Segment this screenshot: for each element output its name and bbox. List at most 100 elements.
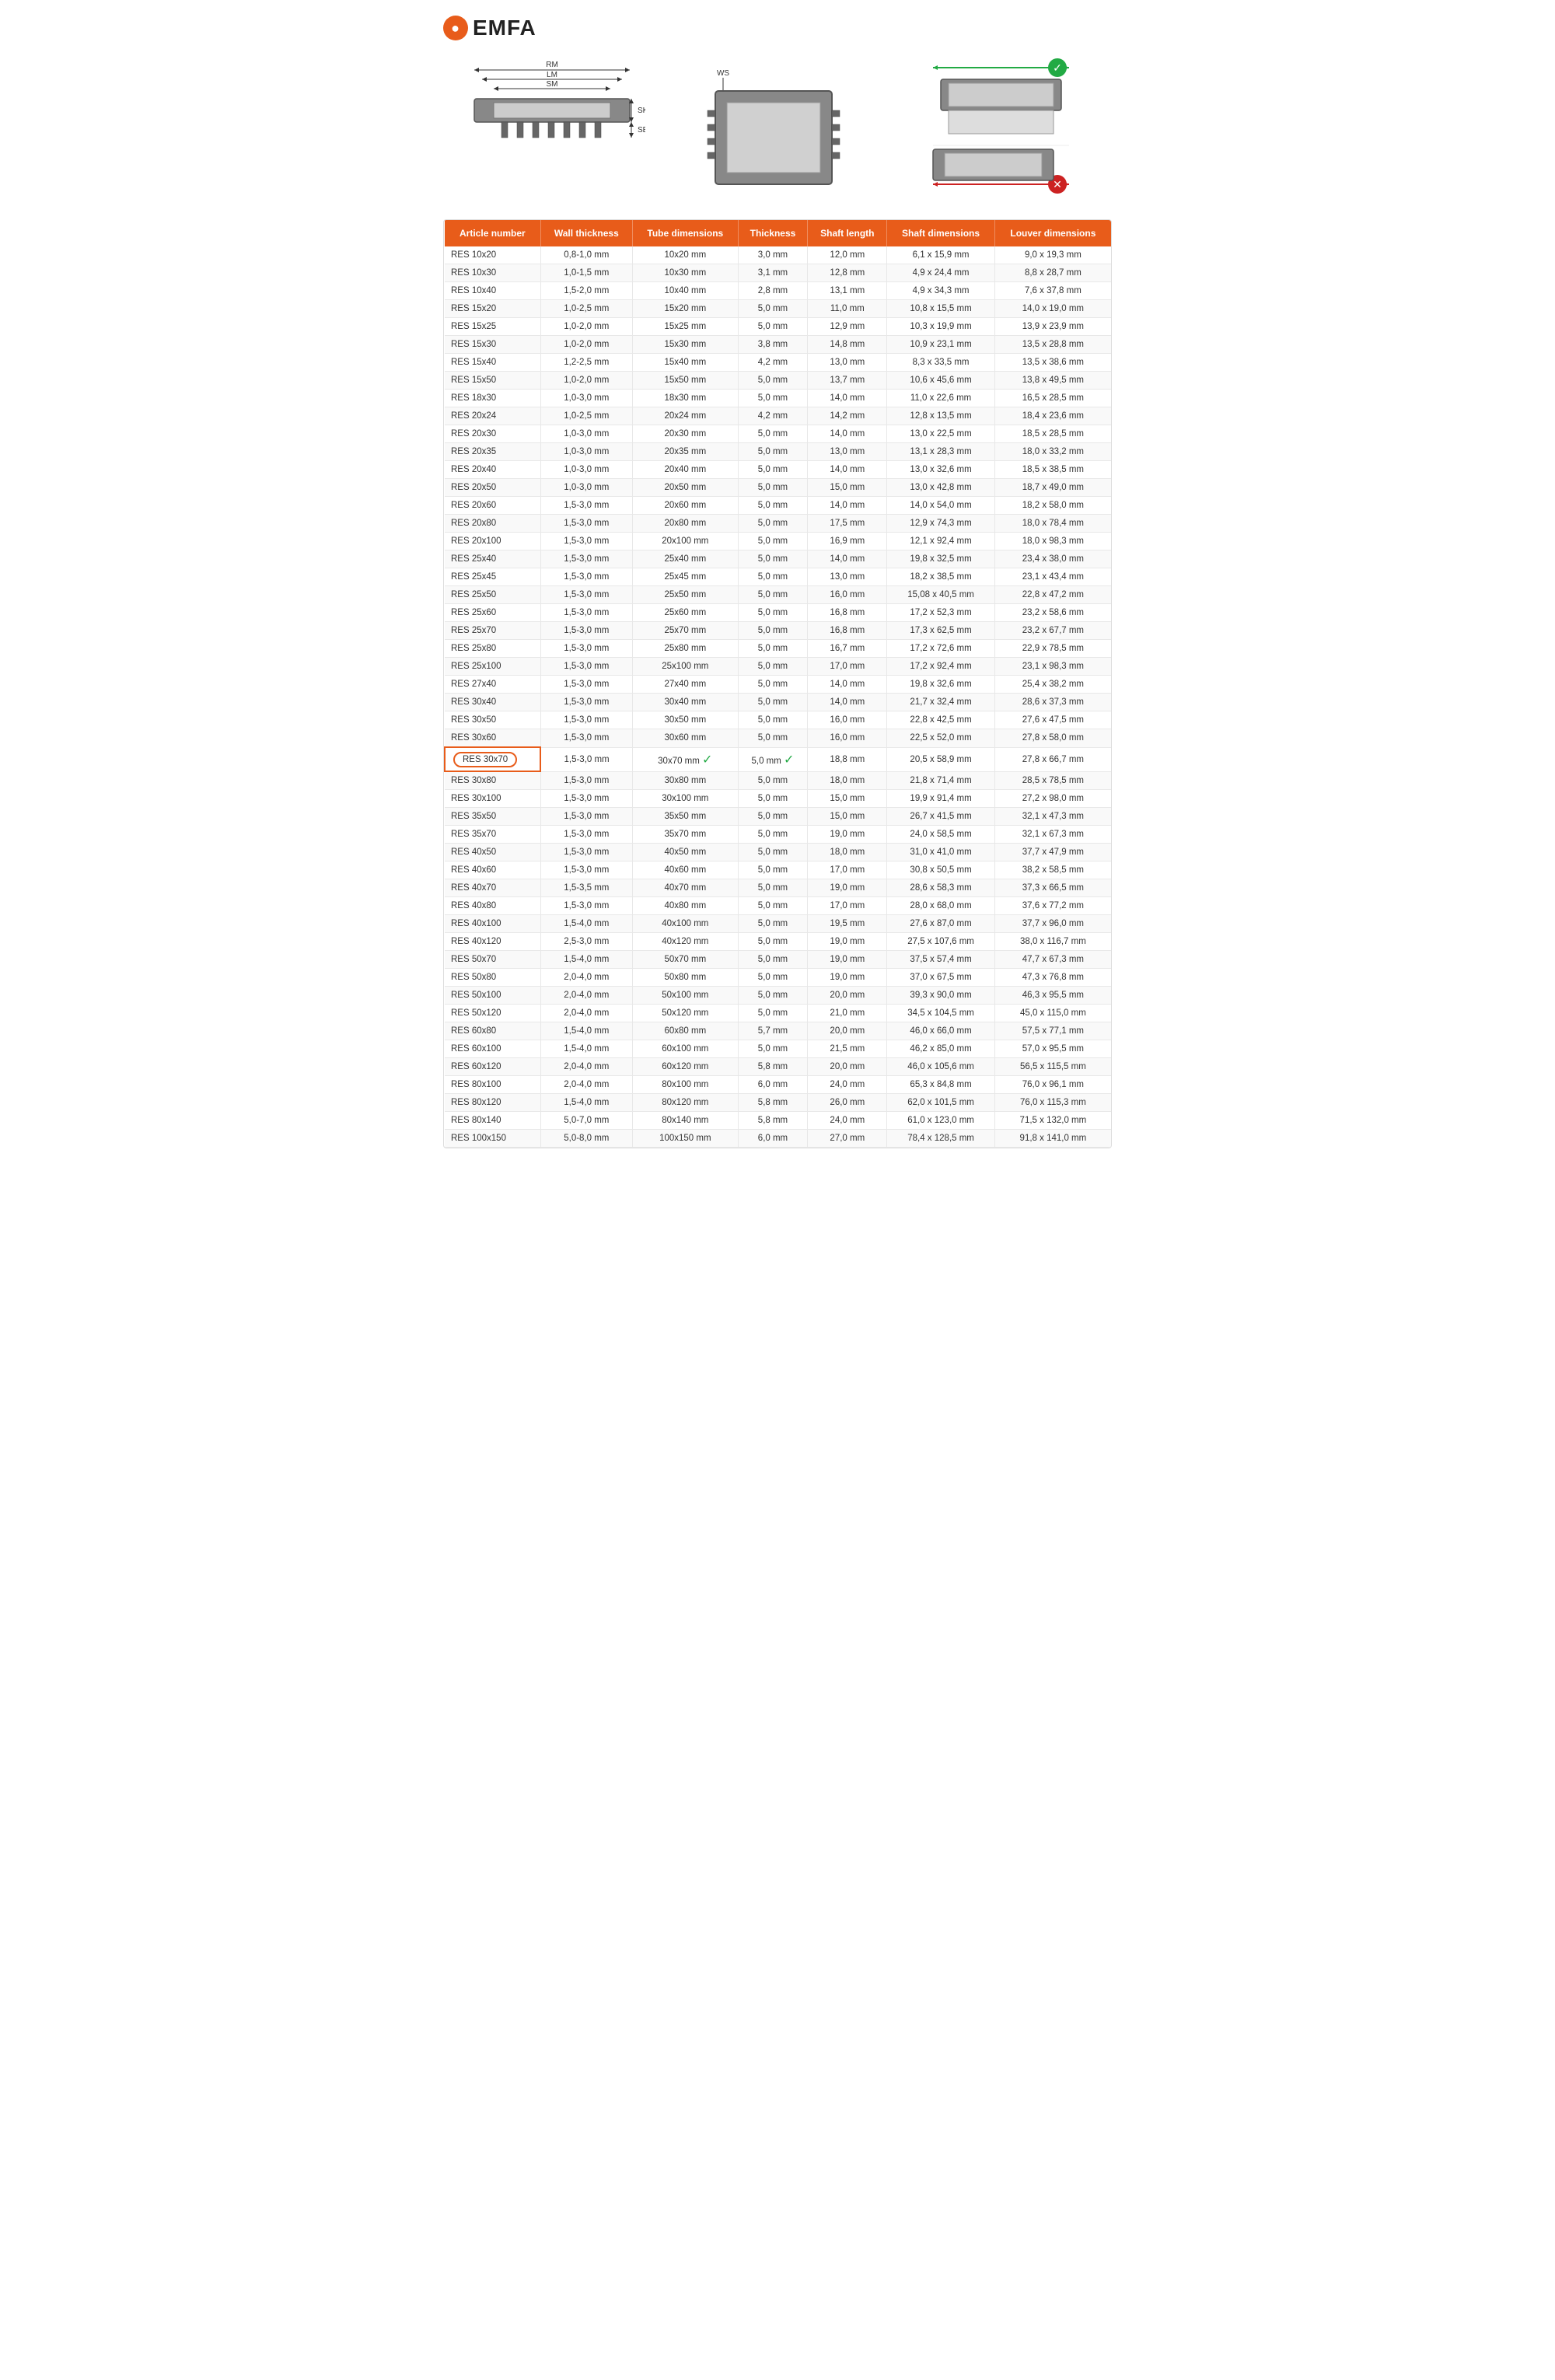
cell-tube-dim: 40x80 mm [632, 897, 738, 915]
cell-tube-dim: 30x80 mm [632, 771, 738, 790]
cell-shaft-dim: 28,6 x 58,3 mm [887, 879, 994, 897]
cell-article: RES 80x140 [445, 1112, 540, 1130]
table-row: RES 60x801,5-4,0 mm60x80 mm5,7 mm20,0 mm… [445, 1022, 1111, 1040]
cell-thickness: 5,7 mm [738, 1022, 808, 1040]
col-thickness: Thickness [738, 220, 808, 246]
cell-louver-dim: 8,8 x 28,7 mm [994, 264, 1111, 282]
cell-tube-dim: 10x20 mm [632, 246, 738, 264]
table-row: RES 40x801,5-3,0 mm40x80 mm5,0 mm17,0 mm… [445, 897, 1111, 915]
cell-tube-dim: 30x100 mm [632, 790, 738, 808]
cell-tube-dim: 10x40 mm [632, 282, 738, 300]
cell-wall-thickness: 1,5-3,0 mm [540, 694, 632, 711]
cell-wall-thickness: 1,5-3,0 mm [540, 771, 632, 790]
cell-tube-dim: 30x50 mm [632, 711, 738, 729]
cell-shaft-dim: 46,0 x 66,0 mm [887, 1022, 994, 1040]
cell-shaft-length: 11,0 mm [808, 300, 887, 318]
cell-thickness: 5,0 mm [738, 915, 808, 933]
cell-shaft-dim: 78,4 x 128,5 mm [887, 1130, 994, 1148]
cell-wall-thickness: 1,0-3,0 mm [540, 390, 632, 407]
cell-shaft-length: 16,8 mm [808, 604, 887, 622]
cell-article: RES 20x35 [445, 443, 540, 461]
cell-wall-thickness: 1,5-3,0 mm [540, 515, 632, 533]
cell-shaft-length: 14,0 mm [808, 425, 887, 443]
cell-louver-dim: 28,6 x 37,3 mm [994, 694, 1111, 711]
cell-shaft-length: 17,0 mm [808, 861, 887, 879]
cell-article: RES 40x100 [445, 915, 540, 933]
logo: ● EMFA [443, 16, 536, 40]
cell-thickness: 5,0 mm [738, 879, 808, 897]
cell-tube-dim: 25x80 mm [632, 640, 738, 658]
cell-article: RES 25x100 [445, 658, 540, 676]
cell-louver-dim: 22,8 x 47,2 mm [994, 586, 1111, 604]
cell-shaft-dim: 26,7 x 41,5 mm [887, 808, 994, 826]
cell-tube-dim: 40x100 mm [632, 915, 738, 933]
cell-shaft-dim: 10,6 x 45,6 mm [887, 372, 994, 390]
cell-shaft-dim: 15,08 x 40,5 mm [887, 586, 994, 604]
cell-tube-dim: 40x120 mm [632, 933, 738, 951]
cell-thickness: 5,0 mm [738, 987, 808, 1005]
cell-wall-thickness: 1,0-1,5 mm [540, 264, 632, 282]
cell-shaft-length: 12,8 mm [808, 264, 887, 282]
cell-shaft-dim: 20,5 x 58,9 mm [887, 747, 994, 771]
table-row: RES 40x501,5-3,0 mm40x50 mm5,0 mm18,0 mm… [445, 844, 1111, 861]
cell-article: RES 15x40 [445, 354, 540, 372]
cell-shaft-dim: 18,2 x 38,5 mm [887, 568, 994, 586]
table-row: RES 80x1405,0-7,0 mm80x140 mm5,8 mm24,0 … [445, 1112, 1111, 1130]
cell-louver-dim: 71,5 x 132,0 mm [994, 1112, 1111, 1130]
cell-shaft-length: 13,1 mm [808, 282, 887, 300]
cell-article: RES 80x120 [445, 1094, 540, 1112]
cell-thickness: 5,0 mm [738, 300, 808, 318]
cell-shaft-length: 16,7 mm [808, 640, 887, 658]
cell-louver-dim: 18,7 x 49,0 mm [994, 479, 1111, 497]
cell-wall-thickness: 1,5-2,0 mm [540, 282, 632, 300]
table-body: RES 10x200,8-1,0 mm10x20 mm3,0 mm12,0 mm… [445, 246, 1111, 1148]
cell-shaft-length: 19,0 mm [808, 933, 887, 951]
cell-shaft-length: 17,0 mm [808, 897, 887, 915]
cell-article: RES 15x50 [445, 372, 540, 390]
cell-louver-dim: 13,5 x 28,8 mm [994, 336, 1111, 354]
cell-thickness: 5,0 mm [738, 1040, 808, 1058]
left-diagram-svg: RM LM SM [459, 56, 645, 196]
cell-shaft-length: 20,0 mm [808, 987, 887, 1005]
cell-thickness: 5,0 mm [738, 479, 808, 497]
cell-tube-dim: 20x50 mm [632, 479, 738, 497]
cell-article: RES 30x40 [445, 694, 540, 711]
cell-article: RES 60x120 [445, 1058, 540, 1076]
cell-shaft-length: 20,0 mm [808, 1058, 887, 1076]
cell-shaft-length: 13,0 mm [808, 443, 887, 461]
cell-tube-dim: 25x40 mm [632, 550, 738, 568]
cell-wall-thickness: 1,0-2,0 mm [540, 318, 632, 336]
cell-article: RES 27x40 [445, 676, 540, 694]
cell-thickness: 5,8 mm [738, 1094, 808, 1112]
cell-tube-dim: 80x100 mm [632, 1076, 738, 1094]
cell-thickness: 5,0 mm [738, 933, 808, 951]
cell-thickness: 5,0 mm [738, 844, 808, 861]
cell-shaft-length: 21,5 mm [808, 1040, 887, 1058]
cell-thickness: 5,0 mm [738, 515, 808, 533]
cell-louver-dim: 7,6 x 37,8 mm [994, 282, 1111, 300]
cell-shaft-length: 24,0 mm [808, 1112, 887, 1130]
cell-shaft-length: 16,0 mm [808, 586, 887, 604]
cell-tube-dim: 60x80 mm [632, 1022, 738, 1040]
cell-shaft-dim: 13,0 x 22,5 mm [887, 425, 994, 443]
cell-thickness: 5,0 mm [738, 497, 808, 515]
cell-tube-dim: 25x60 mm [632, 604, 738, 622]
cell-shaft-length: 12,9 mm [808, 318, 887, 336]
cell-shaft-length: 20,0 mm [808, 1022, 887, 1040]
cell-wall-thickness: 1,5-3,0 mm [540, 622, 632, 640]
cell-wall-thickness: 1,5-3,0 mm [540, 729, 632, 748]
cell-article: RES 40x60 [445, 861, 540, 879]
cell-tube-dim: 20x40 mm [632, 461, 738, 479]
cell-thickness: 5,0 mm [738, 622, 808, 640]
cell-thickness: 5,0 mm [738, 1005, 808, 1022]
cell-louver-dim: 27,8 x 58,0 mm [994, 729, 1111, 748]
cell-shaft-dim: 27,6 x 87,0 mm [887, 915, 994, 933]
cell-tube-dim: 15x25 mm [632, 318, 738, 336]
cell-shaft-length: 14,0 mm [808, 550, 887, 568]
cell-louver-dim: 32,1 x 67,3 mm [994, 826, 1111, 844]
cell-thickness: 5,8 mm [738, 1058, 808, 1076]
cell-article: RES 100x150 [445, 1130, 540, 1148]
cell-shaft-length: 14,2 mm [808, 407, 887, 425]
cell-thickness: 5,0 mm ✓ [738, 747, 808, 771]
svg-text:✓: ✓ [1053, 61, 1062, 74]
